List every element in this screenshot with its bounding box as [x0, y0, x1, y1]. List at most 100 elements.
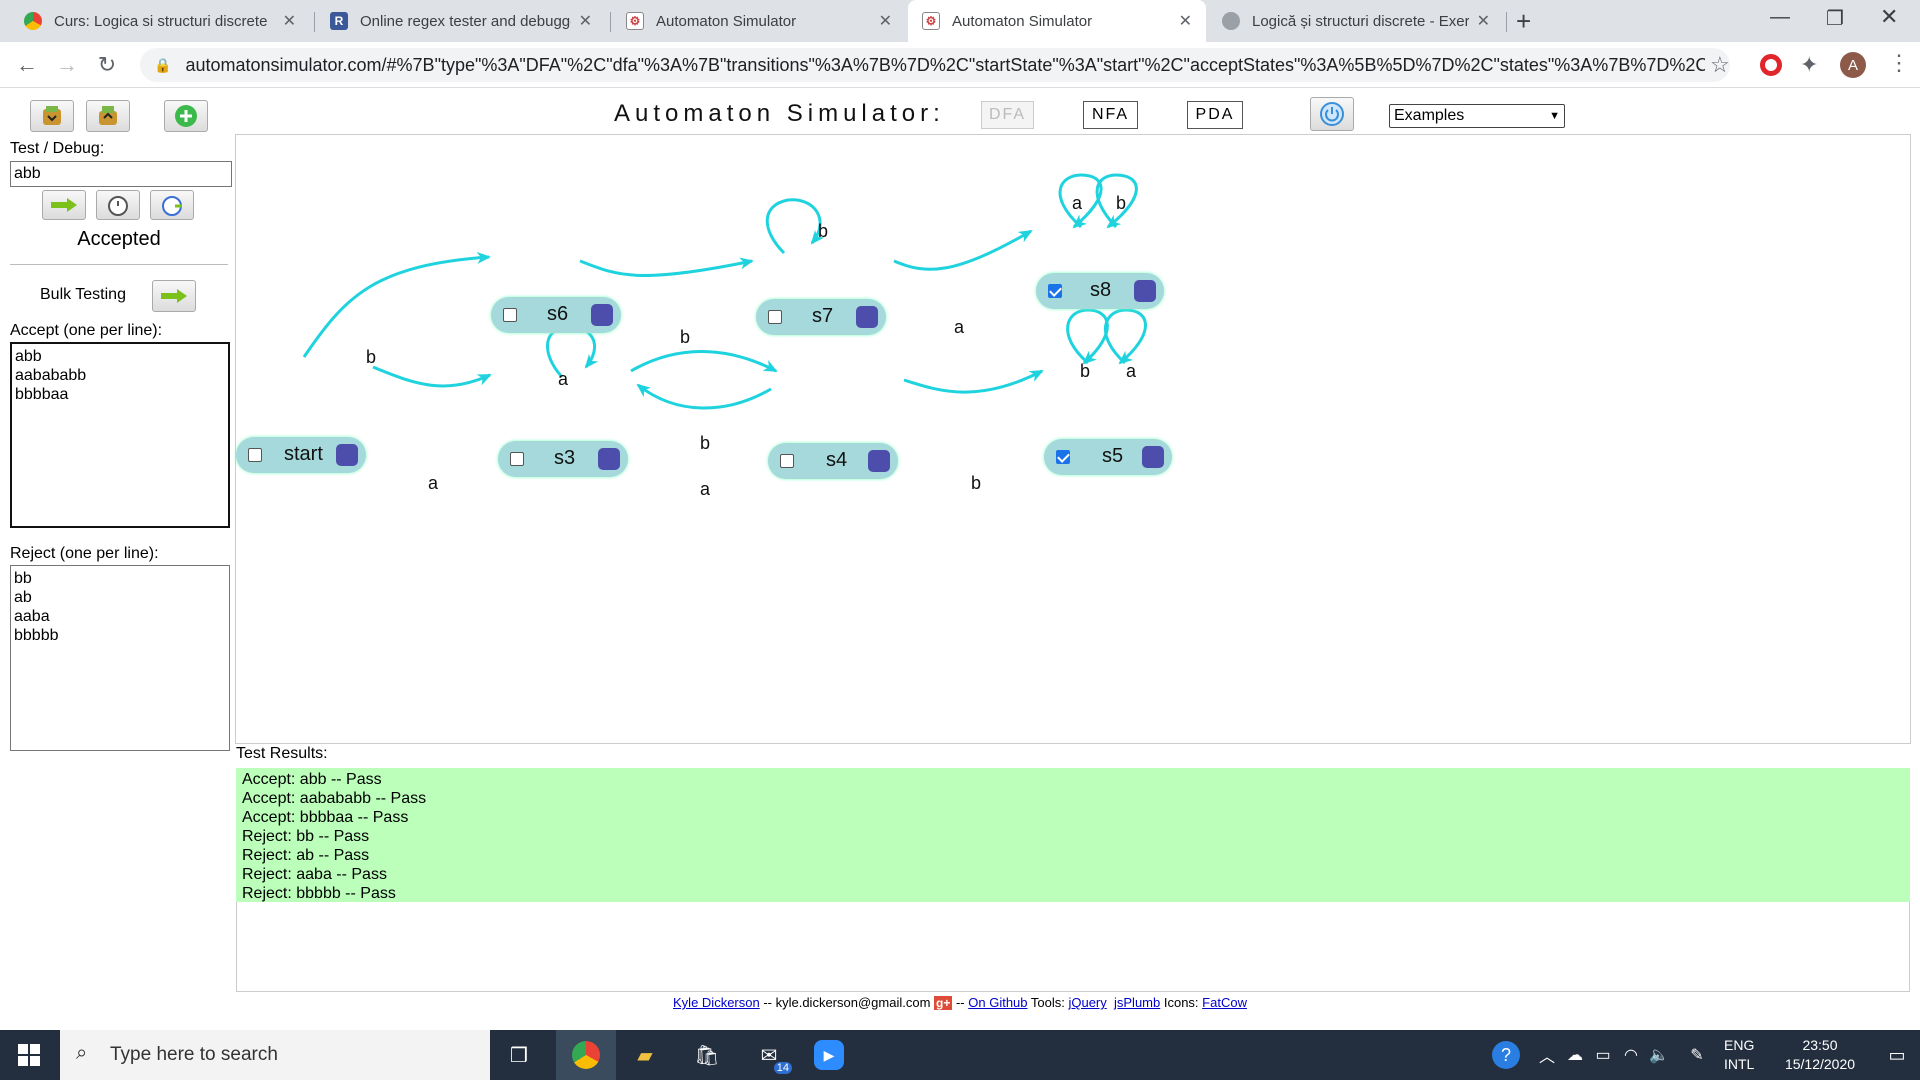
- transition-handle[interactable]: [336, 444, 358, 466]
- bookmark-star-icon[interactable]: ☆: [1710, 52, 1730, 78]
- tab-logica[interactable]: Logică și structuri discrete - Exerc ✕: [1208, 0, 1504, 42]
- volume-icon[interactable]: 🔈: [1642, 1038, 1676, 1072]
- lock-icon: 🔒: [154, 56, 172, 73]
- transition-handle[interactable]: [856, 306, 878, 328]
- transition-s3-loop[interactable]: [546, 325, 599, 379]
- mail-icon[interactable]: ✉ 14: [752, 1038, 792, 1074]
- help-icon[interactable]: ?: [1492, 1041, 1520, 1069]
- close-icon[interactable]: ✕: [879, 11, 892, 31]
- profile-avatar[interactable]: A: [1840, 52, 1866, 78]
- github-link[interactable]: On Github: [968, 995, 1027, 1010]
- state-s4[interactable]: s4: [768, 443, 898, 479]
- state-s7[interactable]: s7: [756, 299, 886, 335]
- transition-s6-s7[interactable]: [579, 257, 754, 277]
- reload-icon[interactable]: ↻: [92, 50, 122, 80]
- chrome-taskbar-icon[interactable]: [556, 1030, 616, 1080]
- extensions-puzzle-icon[interactable]: ✦: [1800, 52, 1818, 78]
- task-view-icon[interactable]: ❒: [502, 1038, 536, 1072]
- tab-automaton-2[interactable]: ⚙ Automaton Simulator ✕: [908, 0, 1206, 42]
- transition-handle[interactable]: [868, 450, 890, 472]
- close-icon[interactable]: ✕: [1179, 11, 1192, 31]
- close-icon[interactable]: ✕: [1477, 11, 1490, 31]
- mode-dfa-button[interactable]: DFA: [981, 101, 1034, 129]
- divider: [10, 264, 228, 265]
- notifications-icon[interactable]: ▭: [1880, 1038, 1914, 1072]
- back-arrow-icon[interactable]: ←: [12, 50, 42, 80]
- accept-checkbox[interactable]: [248, 448, 262, 462]
- accept-textarea[interactable]: abb aabababb bbbbaa: [10, 342, 230, 528]
- store-icon[interactable]: 🛍: [690, 1038, 724, 1072]
- transition-handle[interactable]: [591, 304, 613, 326]
- state-s3[interactable]: s3: [498, 441, 628, 477]
- tab-regex[interactable]: R Online regex tester and debugge ✕: [316, 0, 606, 42]
- add-state-button[interactable]: [164, 100, 208, 132]
- accept-checkbox[interactable]: [503, 308, 517, 322]
- transition-handle[interactable]: [1142, 446, 1164, 468]
- close-icon[interactable]: ✕: [283, 11, 296, 31]
- transition-start-s6[interactable]: [302, 251, 491, 358]
- state-start[interactable]: start: [236, 437, 366, 473]
- mode-nfa-button[interactable]: NFA: [1083, 101, 1138, 129]
- accept-checkbox[interactable]: [1048, 284, 1062, 298]
- save-button[interactable]: [30, 100, 74, 132]
- menu-kebab-icon[interactable]: ⋮: [1888, 50, 1910, 76]
- google-plus-icon[interactable]: g+: [934, 996, 953, 1010]
- address-bar[interactable]: 🔒 automatonsimulator.com/#%7B"type"%3A"D…: [140, 48, 1730, 82]
- pen-icon[interactable]: ✎: [1680, 1038, 1714, 1072]
- accept-checkbox[interactable]: [510, 452, 524, 466]
- accept-checkbox[interactable]: [768, 310, 782, 324]
- state-s8[interactable]: s8: [1036, 273, 1164, 309]
- transition-s4-s5[interactable]: [903, 369, 1044, 394]
- edge-label-start-s3: a: [428, 473, 439, 493]
- author-link[interactable]: Kyle Dickerson: [673, 995, 760, 1010]
- tab-curs[interactable]: Curs: Logica si structuri discrete ✕: [10, 0, 310, 42]
- close-window-icon[interactable]: ✕: [1880, 4, 1898, 30]
- automaton-canvas[interactable]: b a b b a a b a b a b b a start s6 s7 s8: [235, 134, 1911, 744]
- transition-s4-s3[interactable]: [636, 383, 772, 410]
- state-name: s4: [826, 449, 848, 471]
- tab-automaton-1[interactable]: ⚙ Automaton Simulator ✕: [612, 0, 906, 42]
- edge-label-s4-s5: b: [971, 473, 981, 493]
- transition-start-s3[interactable]: [372, 365, 492, 388]
- reject-textarea[interactable]: bb ab aaba bbbbb: [10, 565, 230, 751]
- language-indicator[interactable]: ENG INTL: [1724, 1036, 1754, 1074]
- restore-icon[interactable]: ❐: [1826, 6, 1844, 31]
- debug-start-button[interactable]: [96, 190, 140, 220]
- automaton-icon: ⚙: [922, 12, 940, 30]
- transition-s3-s4[interactable]: [630, 350, 778, 373]
- transition-s7-loop[interactable]: [765, 198, 825, 255]
- run-test-button[interactable]: [42, 190, 86, 220]
- close-icon[interactable]: ✕: [579, 11, 592, 31]
- reset-button[interactable]: [1310, 97, 1354, 131]
- transition-s5-loop-a[interactable]: [1104, 308, 1147, 365]
- load-button[interactable]: [86, 100, 130, 132]
- transition-handle[interactable]: [1134, 280, 1156, 302]
- opera-extension-icon[interactable]: [1760, 54, 1782, 76]
- file-explorer-icon[interactable]: ▰: [628, 1038, 662, 1072]
- examples-select[interactable]: Examples ▼: [1389, 104, 1565, 128]
- state-s5[interactable]: s5: [1044, 439, 1172, 475]
- fatcow-link[interactable]: FatCow: [1202, 995, 1247, 1010]
- accept-checkbox[interactable]: [1056, 450, 1070, 464]
- bulk-test-button[interactable]: [152, 280, 196, 312]
- new-tab-button[interactable]: +: [1516, 6, 1531, 37]
- taskbar-search[interactable]: ⌕ Type here to search: [60, 1030, 490, 1080]
- transition-s5-loop-b[interactable]: [1066, 308, 1109, 365]
- windows-start-icon[interactable]: [12, 1038, 46, 1072]
- accept-checkbox[interactable]: [780, 454, 794, 468]
- debug-step-button[interactable]: [150, 190, 194, 220]
- state-name: s5: [1102, 445, 1124, 467]
- jquery-link[interactable]: jQuery: [1068, 995, 1106, 1010]
- forward-arrow-icon[interactable]: →: [52, 50, 82, 80]
- jsplumb-link[interactable]: jsPlumb: [1114, 995, 1160, 1010]
- state-s6[interactable]: s6: [491, 297, 621, 333]
- minimize-icon[interactable]: —: [1770, 6, 1790, 29]
- zoom-icon[interactable]: ▶: [814, 1040, 844, 1070]
- transition-s7-s8[interactable]: [893, 229, 1033, 271]
- transition-handle[interactable]: [598, 448, 620, 470]
- test-input[interactable]: [10, 161, 232, 187]
- mode-pda-button[interactable]: PDA: [1187, 101, 1243, 129]
- arrow-right-icon: [161, 289, 187, 303]
- result-line: Reject: bbbbb -- Pass: [242, 885, 396, 902]
- clock[interactable]: 23:50 15/12/2020: [1768, 1036, 1872, 1074]
